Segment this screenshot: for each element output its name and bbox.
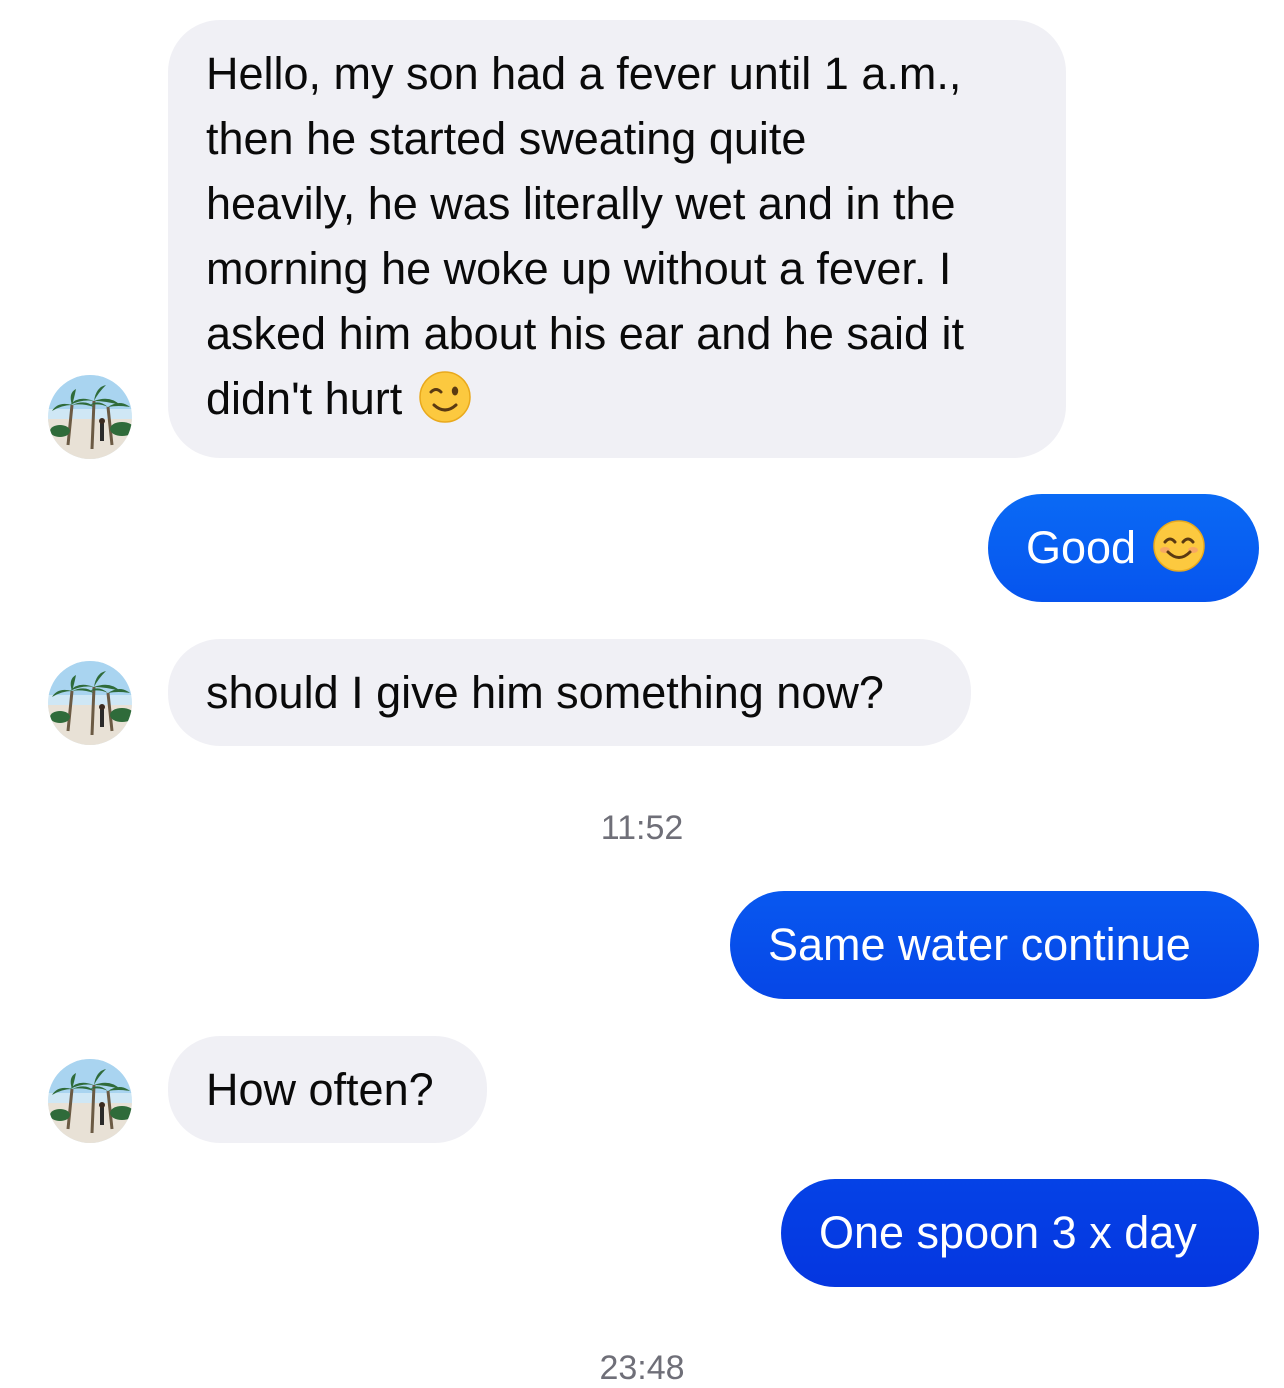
incoming-message-bubble[interactable]: should I give him something now?: [168, 639, 971, 746]
incoming-message-bubble[interactable]: How often?: [168, 1036, 487, 1143]
outgoing-message-bubble[interactable]: Good: [988, 494, 1259, 602]
winking-face-icon: [418, 370, 472, 424]
contact-avatar[interactable]: [48, 1059, 132, 1143]
contact-avatar[interactable]: [48, 375, 132, 459]
incoming-message-bubble[interactable]: Hello, my son had a fever until 1 a.m., …: [168, 20, 1066, 458]
message-text: Same water continue: [768, 919, 1191, 970]
avatar-photo-icon: [48, 375, 132, 459]
outgoing-message-bubble[interactable]: One spoon 3 x day: [781, 1179, 1259, 1287]
message-text: One spoon 3 x day: [819, 1207, 1197, 1258]
message-text: should I give him something now?: [206, 667, 884, 718]
avatar-photo-icon: [48, 661, 132, 745]
message-line: Hello, my son had a fever until 1 a.m.,: [206, 48, 962, 99]
message-line: didn't hurt: [206, 373, 403, 424]
smiling-face-icon: [1152, 519, 1206, 573]
timestamp-divider: 11:52: [600, 809, 684, 847]
message-line: heavily, he was literally wet and in the: [206, 178, 956, 229]
contact-avatar[interactable]: [48, 661, 132, 745]
outgoing-message-bubble[interactable]: Same water continue: [730, 891, 1259, 999]
message-text: How often?: [206, 1064, 434, 1115]
timestamp-divider: 23:48: [599, 1349, 685, 1387]
avatar-photo-icon: [48, 1059, 132, 1143]
message-line-last: didn't hurt: [206, 366, 1028, 431]
message-line: then he started sweating quite: [206, 113, 807, 164]
message-line: morning he woke up without a fever. I: [206, 243, 952, 294]
message-text: Good: [1026, 522, 1137, 573]
message-line: asked him about his ear and he said it: [206, 308, 964, 359]
